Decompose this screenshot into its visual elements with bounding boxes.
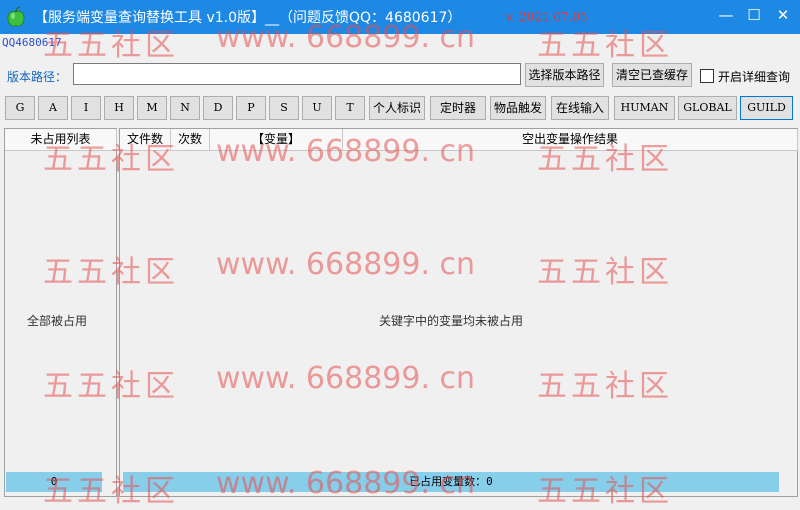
online-input-button[interactable]: 在线输入 xyxy=(551,96,609,120)
letter-u-button[interactable]: U xyxy=(302,96,332,120)
unused-list-panel[interactable]: 未占用列表 全部被占用 0 xyxy=(4,128,117,497)
human-button[interactable]: HUMAN xyxy=(614,96,675,120)
clear-cache-button[interactable]: 清空已查缓存 xyxy=(612,63,692,87)
window-title: 【服务端变量查询替换工具 v1.0版】__（问题反馈QQ：4680617） xyxy=(34,10,462,26)
global-button[interactable]: GLOBAL xyxy=(678,96,737,120)
letter-t-button[interactable]: T xyxy=(335,96,365,120)
qq-label: QQ4680617 xyxy=(2,36,62,49)
detail-query-label: 开启详细查询 xyxy=(718,70,791,84)
unused-list-empty-message: 全部被占用 xyxy=(27,314,88,328)
unused-list-header[interactable]: 未占用列表 xyxy=(5,129,117,151)
maximize-button[interactable]: ☐ xyxy=(744,5,764,25)
select-version-path-button[interactable]: 选择版本路径 xyxy=(525,63,604,87)
version-label: v. 2021.07.05 xyxy=(506,10,588,24)
version-path-label: 版本路径： xyxy=(7,70,68,84)
letter-g-button[interactable]: G xyxy=(5,96,35,120)
letter-s-button[interactable]: S xyxy=(269,96,299,120)
file-count-header[interactable]: 文件数 xyxy=(120,129,171,151)
used-variable-count-bar: 已占用变量数：0 xyxy=(123,472,779,492)
detail-query-checkbox[interactable] xyxy=(700,69,714,83)
unused-count-bar: 0 xyxy=(6,472,102,492)
letter-h-button[interactable]: H xyxy=(104,96,134,120)
letter-p-button[interactable]: P xyxy=(236,96,266,120)
minimize-button[interactable]: — xyxy=(716,5,736,25)
letter-m-button[interactable]: M xyxy=(137,96,167,120)
detail-query-toggle[interactable]: 开启详细查询 xyxy=(700,68,790,85)
variable-results-panel[interactable]: 文件数 次数 【变量】 空出变量操作结果 关键字中的变量均未被占用 已占用变量数… xyxy=(119,128,798,497)
count-header[interactable]: 次数 xyxy=(171,129,210,151)
letter-n-button[interactable]: N xyxy=(170,96,200,120)
version-path-input[interactable] xyxy=(73,63,521,85)
apple-icon xyxy=(7,6,25,27)
guild-button[interactable]: GUILD xyxy=(740,96,793,120)
variable-header[interactable]: 【变量】 xyxy=(210,129,343,151)
letter-d-button[interactable]: D xyxy=(203,96,233,120)
personal-id-button[interactable]: 个人标识 xyxy=(369,96,425,120)
close-button[interactable]: ✕ xyxy=(773,5,793,25)
letter-i-button[interactable]: I xyxy=(71,96,101,120)
timer-button[interactable]: 定时器 xyxy=(430,96,486,120)
title-bar: 【服务端变量查询替换工具 v1.0版】__（问题反馈QQ：4680617） v.… xyxy=(0,0,800,34)
operation-result-header[interactable]: 空出变量操作结果 xyxy=(343,129,798,151)
letter-a-button[interactable]: A xyxy=(38,96,68,120)
item-trigger-button[interactable]: 物品触发 xyxy=(490,96,546,120)
variable-results-empty-message: 关键字中的变量均未被占用 xyxy=(379,314,524,328)
